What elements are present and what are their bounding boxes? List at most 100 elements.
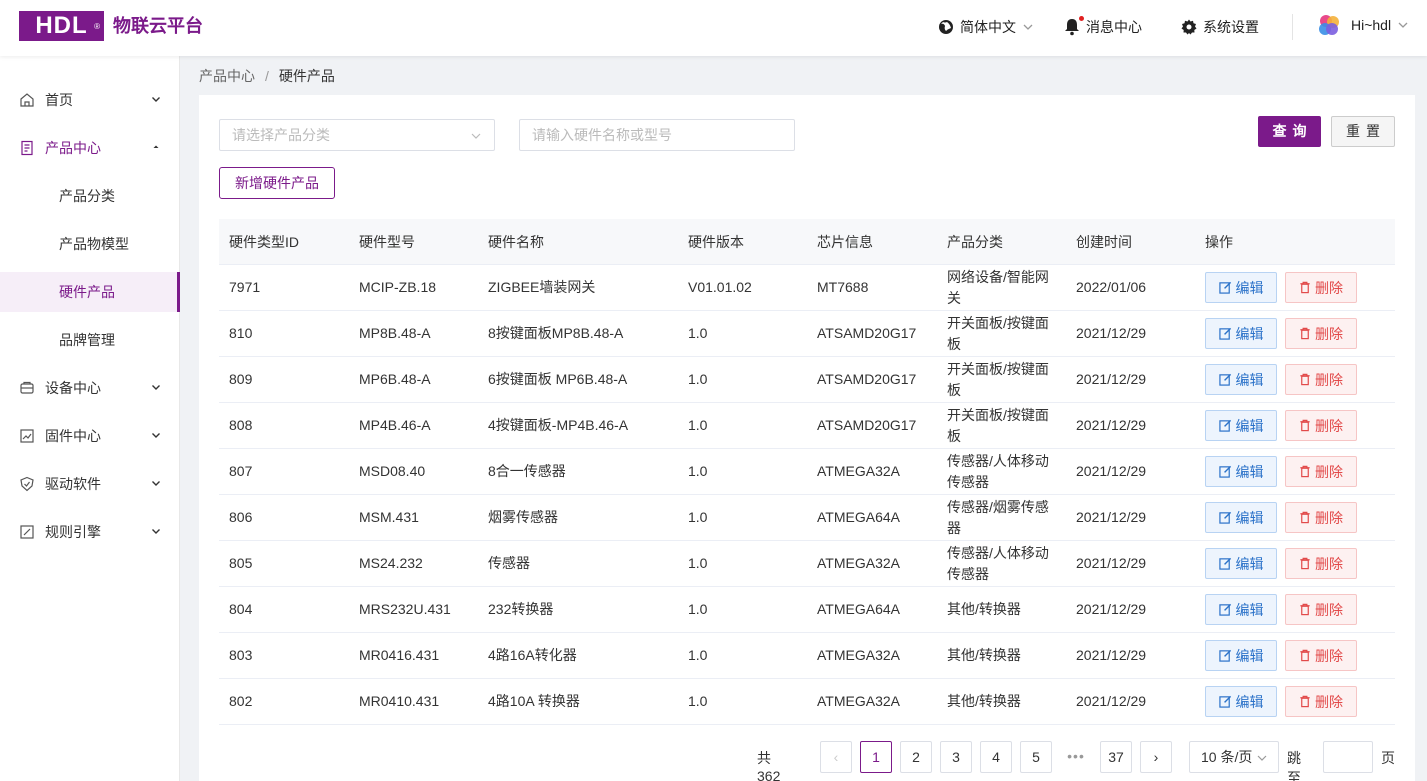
edit-button[interactable]: 编辑 (1205, 594, 1277, 625)
prev-page-button[interactable]: ‹ (820, 741, 852, 773)
chevron-down-icon (152, 97, 160, 102)
edit-doc-icon (20, 525, 34, 539)
table-row: 807 MSD08.40 8合一传感器 1.0 ATMEGA32A 传感器/人体移动传感器… (219, 449, 1395, 495)
category-select[interactable]: 请选择产品分类 (219, 119, 495, 151)
edit-button[interactable]: 编辑 (1205, 410, 1277, 441)
sidebar-item-home[interactable]: 首页 (0, 80, 179, 120)
add-hardware-button[interactable]: 新增硬件产品 (219, 167, 335, 199)
table-cell: MSD08.40 (359, 463, 426, 479)
delete-button[interactable]: 删除 (1285, 364, 1357, 395)
delete-button[interactable]: 删除 (1285, 272, 1357, 303)
system-settings[interactable]: 系统设置 (1181, 16, 1259, 38)
trash-icon (1300, 557, 1310, 570)
table-row: 802 MR0410.431 4路10A 转换器 1.0 ATMEGA32A 其他/转换器… (219, 679, 1395, 725)
table-cell: 804 (229, 601, 253, 617)
next-page-button[interactable]: › (1140, 741, 1172, 773)
delete-button[interactable]: 删除 (1285, 686, 1357, 717)
edit-button[interactable]: 编辑 (1205, 502, 1277, 533)
table-row: 7971 MCIP-ZB.18 ZIGBEE墙装网关 V01.01.02 MT7688 网… (219, 265, 1395, 311)
delete-button[interactable]: 删除 (1285, 456, 1357, 487)
table-cell: 4按键面板-MP4B.46-A (488, 417, 629, 433)
sidebar-item-hardware-products[interactable]: 硬件产品 (0, 272, 180, 312)
user-menu[interactable]: Hi~hdl (1317, 14, 1415, 36)
delete-button[interactable]: 删除 (1285, 318, 1357, 349)
gear-icon (1181, 19, 1197, 35)
trash-icon (1300, 695, 1310, 708)
delete-button[interactable]: 删除 (1285, 548, 1357, 579)
edit-icon (1218, 327, 1231, 340)
chevron-down-icon (471, 133, 481, 139)
delete-label: 删除 (1315, 693, 1343, 710)
edit-button[interactable]: 编辑 (1205, 318, 1277, 349)
table-header: 硬件类型ID 硬件型号 硬件名称 硬件版本 芯片信息 产品分类 创建时间 操作 (219, 219, 1395, 265)
delete-button[interactable]: 删除 (1285, 410, 1357, 441)
delete-button[interactable]: 删除 (1285, 502, 1357, 533)
table-cell: 809 (229, 371, 253, 387)
query-button[interactable]: 查询 (1258, 116, 1321, 147)
sidebar-item-label: 产品分类 (59, 188, 115, 204)
table-cell: 烟雾传感器 (488, 509, 558, 525)
sidebar-item-firmware-center[interactable]: 固件中心 (0, 416, 179, 456)
sidebar-item-device-center[interactable]: 设备中心 (0, 368, 179, 408)
sidebar-item-label: 首页 (45, 92, 73, 108)
sidebar-item-rule-engine[interactable]: 规则引擎 (0, 512, 179, 552)
edit-label: 编辑 (1235, 417, 1264, 434)
edit-label: 编辑 (1235, 279, 1264, 296)
edit-button[interactable]: 编辑 (1205, 364, 1277, 395)
column-header: 硬件名称 (488, 233, 544, 250)
edit-label: 编辑 (1235, 325, 1264, 342)
page-button[interactable]: 2 (900, 741, 932, 773)
table-cell: MS24.232 (359, 555, 423, 571)
logo-registered-mark: ® (94, 22, 101, 31)
page-button[interactable]: 5 (1020, 741, 1052, 773)
edit-icon (1218, 373, 1231, 386)
sidebar-item-driver-software[interactable]: 驱动软件 (0, 464, 179, 504)
page-button[interactable]: 4 (980, 741, 1012, 773)
search-input[interactable]: 请输入硬件名称或型号 (519, 119, 795, 151)
table-cell: MP4B.46-A (359, 417, 431, 433)
breadcrumb-parent[interactable]: 产品中心 (199, 68, 255, 84)
page-size-select[interactable]: 10 条/页 (1189, 741, 1279, 773)
page-ellipsis[interactable]: ••• (1060, 741, 1092, 773)
document-icon (21, 140, 33, 156)
edit-button[interactable]: 编辑 (1205, 686, 1277, 717)
hdl-logo[interactable]: HDL ® (19, 11, 104, 41)
delete-button[interactable]: 删除 (1285, 594, 1357, 625)
column-header: 创建时间 (1076, 233, 1132, 250)
edit-button[interactable]: 编辑 (1205, 272, 1277, 303)
edit-label: 编辑 (1235, 509, 1264, 526)
column-header: 芯片信息 (817, 233, 873, 250)
delete-label: 删除 (1315, 463, 1343, 480)
main-panel: 请选择产品分类 请输入硬件名称或型号 查询 重置 新增硬件产品 硬件类型ID 硬… (199, 95, 1415, 781)
logo-text: HDL (35, 12, 88, 39)
sidebar-item-product-model[interactable]: 产品物模型 (0, 224, 179, 264)
message-center[interactable]: 消息中心 (1064, 16, 1142, 38)
edit-button[interactable]: 编辑 (1205, 640, 1277, 671)
delete-button[interactable]: 删除 (1285, 640, 1357, 671)
edit-button[interactable]: 编辑 (1205, 548, 1277, 579)
page-button[interactable]: 37 (1100, 741, 1132, 773)
reset-button[interactable]: 重置 (1331, 116, 1395, 147)
sidebar-item-product-center[interactable]: 产品中心 (0, 128, 179, 168)
jump-page-input[interactable] (1323, 741, 1373, 773)
table-cell: MSM.431 (359, 509, 419, 525)
trash-icon (1300, 373, 1310, 386)
language-selector[interactable]: 简体中文 (938, 16, 1040, 38)
breadcrumb-separator: / (265, 68, 269, 84)
page-button[interactable]: 3 (940, 741, 972, 773)
edit-button[interactable]: 编辑 (1205, 456, 1277, 487)
edit-label: 编辑 (1235, 647, 1264, 664)
chevron-down-icon (152, 385, 160, 390)
sidebar-item-product-category[interactable]: 产品分类 (0, 176, 179, 216)
table-row: 808 MP4B.46-A 4按键面板-MP4B.46-A 1.0 ATSAMD20G1… (219, 403, 1395, 449)
table-cell: 8按键面板MP8B.48-A (488, 325, 624, 341)
table-cell: 2022/01/06 (1076, 279, 1147, 295)
delete-label: 删除 (1315, 509, 1343, 526)
table-cell: 2021/12/29 (1076, 371, 1147, 387)
table-cell: 1.0 (688, 555, 708, 571)
sidebar-item-label: 驱动软件 (45, 476, 101, 492)
sidebar: 首页 产品中心 产品分类 产品物模型 硬件产品 品牌管理 设备中心 固件中心 驱… (0, 56, 180, 781)
sidebar-item-brand-management[interactable]: 品牌管理 (0, 320, 179, 360)
table-row: 805 MS24.232 传感器 1.0 ATMEGA32A 传感器/人体移动传感器 202… (219, 541, 1395, 587)
page-button[interactable]: 1 (860, 741, 892, 773)
